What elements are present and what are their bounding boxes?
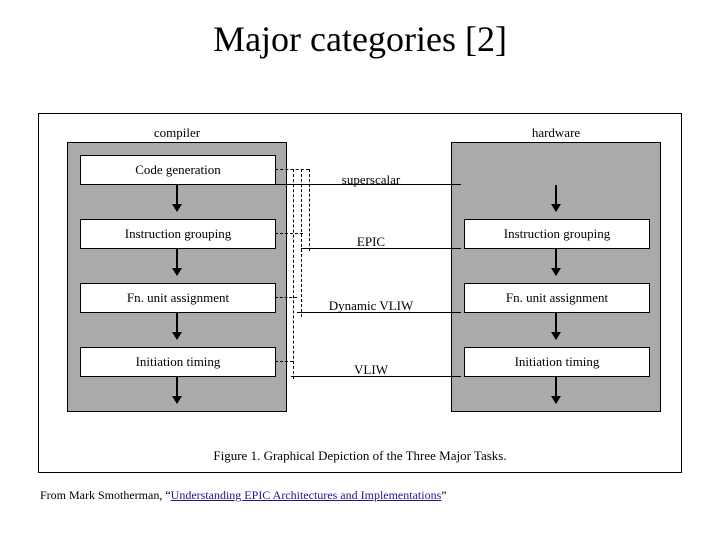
slide-title: Major categories [2] — [0, 18, 720, 60]
arrow-icon — [176, 377, 178, 403]
dashed-vliw-line — [293, 169, 294, 379]
dashed-branch — [275, 233, 303, 234]
connector-epic — [301, 248, 461, 249]
compiler-header: compiler — [68, 125, 286, 141]
box-fn-unit-assignment-right: Fn. unit assignment — [464, 283, 650, 313]
hardware-column: hardware Instruction grouping Fn. unit a… — [451, 142, 661, 412]
label-superscalar: superscalar — [301, 172, 441, 188]
box-initiation-timing-left: Initiation timing — [80, 347, 276, 377]
connector-dynvliw — [297, 312, 461, 313]
dashed-branch — [275, 361, 293, 362]
dashed-epic-line — [309, 169, 310, 251]
box-instruction-grouping-left: Instruction grouping — [80, 219, 276, 249]
arrow-icon — [555, 313, 557, 339]
connector-superscalar — [275, 184, 461, 185]
figure-frame: compiler Code generation Instruction gro… — [38, 113, 682, 473]
dashed-branch — [275, 297, 297, 298]
dashed-branch — [275, 169, 309, 170]
arrow-icon — [176, 185, 178, 211]
attribution-link[interactable]: Understanding EPIC Architectures and Imp… — [171, 488, 442, 502]
arrow-icon — [555, 249, 557, 275]
arrow-icon — [176, 249, 178, 275]
box-instruction-grouping-right: Instruction grouping — [464, 219, 650, 249]
box-code-generation: Code generation — [80, 155, 276, 185]
compiler-column: compiler Code generation Instruction gro… — [67, 142, 287, 412]
figure-caption: Figure 1. Graphical Depiction of the Thr… — [39, 448, 681, 464]
box-initiation-timing-right: Initiation timing — [464, 347, 650, 377]
hardware-header: hardware — [452, 125, 660, 141]
arrow-icon — [555, 377, 557, 403]
attribution-prefix: From Mark Smotherman, “ — [40, 488, 171, 502]
attribution-suffix: ” — [441, 488, 446, 502]
box-fn-unit-assignment-left: Fn. unit assignment — [80, 283, 276, 313]
dashed-dynvliw-line — [301, 169, 302, 317]
arrow-icon — [555, 185, 557, 211]
arrow-icon — [176, 313, 178, 339]
attribution: From Mark Smotherman, “Understanding EPI… — [40, 488, 447, 503]
connector-vliw — [291, 376, 461, 377]
